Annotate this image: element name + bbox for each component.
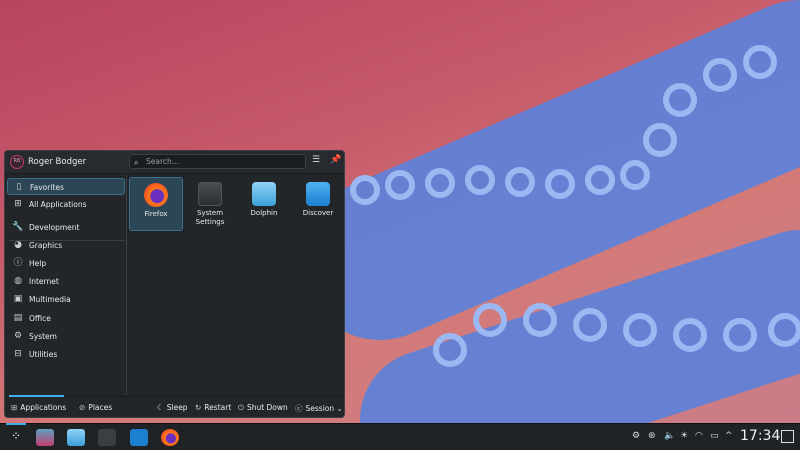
taskbar-firefox[interactable]: [161, 429, 179, 446]
palette-icon: ◕: [14, 240, 22, 250]
launcher-active-indicator: [6, 423, 26, 425]
label: Office: [29, 314, 51, 323]
app-firefox[interactable]: Firefox: [129, 177, 183, 231]
gear-icon: ⚙: [13, 331, 23, 341]
app-label: System Settings: [195, 209, 225, 226]
app-discover[interactable]: Discover: [291, 177, 344, 231]
battery-icon[interactable]: ▭: [710, 431, 719, 441]
grid-icon: ⊞: [14, 199, 22, 209]
sleep-button[interactable]: ☾ Sleep: [157, 403, 188, 412]
toolbox-icon: ⊟: [14, 349, 22, 359]
chevron-down-icon: ⌄: [336, 404, 343, 413]
label: Internet: [29, 277, 59, 286]
active-tab-indicator: [9, 395, 64, 397]
label: Favorites: [30, 183, 64, 192]
sidebar-item-system[interactable]: ⚙ System: [7, 328, 125, 345]
taskbar-discover-monitor[interactable]: [36, 429, 54, 446]
sidebar-item-favorites[interactable]: ▯ Favorites: [7, 178, 125, 195]
avatar[interactable]: RB: [10, 155, 24, 169]
monitor-icon: ▣: [13, 294, 23, 304]
document-icon: ▤: [13, 313, 23, 323]
tab-applications[interactable]: ⊞ Applications: [11, 403, 66, 412]
restart-icon: ↻: [195, 403, 202, 412]
label: Help: [29, 259, 47, 268]
label: Graphics: [29, 241, 63, 250]
label: Places: [88, 403, 113, 412]
updates-icon[interactable]: ⊛: [648, 431, 656, 441]
show-desktop-button[interactable]: [781, 430, 794, 443]
label: All Applications: [29, 200, 87, 209]
wifi-icon[interactable]: ◠: [695, 431, 703, 441]
sidebar-item-development[interactable]: 🔧 Development: [7, 219, 125, 236]
restart-button[interactable]: ↻ Restart: [195, 403, 231, 412]
sidebar-item-all-applications[interactable]: ⊞ All Applications: [7, 196, 125, 213]
clock[interactable]: 17:34: [740, 428, 780, 444]
label: Development: [29, 223, 80, 232]
power-icon: ⏻: [238, 403, 244, 412]
bookmark-icon: ▯: [16, 182, 22, 192]
search-input[interactable]: ⌕ Search...: [129, 154, 306, 169]
volume-icon[interactable]: 🔈: [664, 431, 675, 441]
category-sidebar: ▯ Favorites ⊞ All Applications 🔧 Developmen…: [5, 175, 127, 395]
taskbar-dolphin[interactable]: [67, 429, 85, 446]
label: Session: [305, 404, 335, 413]
firefox-icon: [144, 183, 168, 207]
app-label: Discover: [302, 209, 334, 217]
session-button[interactable]: ⓒ Session ⌄: [295, 403, 343, 414]
app-dolphin[interactable]: Dolphin: [237, 177, 291, 231]
sidebar-item-multimedia[interactable]: ▣ Multimedia: [7, 291, 125, 308]
settings-icon: [198, 182, 222, 206]
app-label: Firefox: [144, 210, 168, 218]
notifications-icon[interactable]: ⚙: [632, 431, 640, 441]
app-system-settings[interactable]: System Settings: [183, 177, 237, 231]
folder-icon: [252, 182, 276, 206]
wrench-icon: 🔧: [12, 222, 24, 232]
label: Multimedia: [29, 295, 71, 304]
taskbar: ⁘ ⚙ ⊛ 🔈 ☀ ◠ ▭ ^ 17:34: [0, 423, 800, 450]
label: Restart: [204, 403, 232, 412]
sidebar-item-office[interactable]: ▤ Office: [7, 310, 125, 327]
search-placeholder: Search...: [146, 157, 179, 166]
label: Utilities: [29, 350, 58, 359]
user-name: Roger Bodger: [28, 157, 87, 167]
search-icon: ⌕: [134, 158, 139, 167]
label: Applications: [20, 403, 67, 412]
grid-icon: ⊞: [11, 403, 18, 412]
tab-places[interactable]: ⊘ Places: [79, 403, 112, 412]
session-icon: ⓒ: [295, 404, 303, 413]
sidebar-item-help[interactable]: ⓘ Help: [7, 255, 125, 272]
expand-tray-icon[interactable]: ^: [725, 431, 733, 441]
app-label: Dolphin: [250, 209, 278, 217]
sidebar-item-utilities[interactable]: ⊟ Utilities: [7, 346, 125, 363]
pin-icon[interactable]: 📌: [330, 155, 341, 165]
shopping-bag-icon: [306, 182, 330, 206]
sidebar-item-graphics[interactable]: ◕ Graphics: [7, 237, 125, 254]
application-launcher: RB Roger Bodger ⌕ Search... ☰ 📌 ▯ Favorite…: [4, 150, 345, 418]
label: Sleep: [166, 403, 188, 412]
brightness-icon[interactable]: ☀: [680, 431, 688, 441]
label: System: [29, 332, 57, 341]
moon-icon: ☾: [157, 403, 164, 412]
configure-icon[interactable]: ☰: [312, 155, 320, 165]
launcher-header: RB Roger Bodger ⌕ Search... ☰ 📌: [5, 151, 344, 174]
sidebar-item-internet[interactable]: ◍ Internet: [7, 273, 125, 290]
compass-icon: ⊘: [79, 403, 86, 412]
launcher-button[interactable]: ⁘: [7, 429, 25, 446]
taskbar-discover[interactable]: [130, 429, 148, 446]
label: Shut Down: [246, 403, 288, 412]
help-icon: ⓘ: [13, 258, 23, 268]
launcher-footer: ⊞ Applications ⊘ Places ☾ Sleep ↻ Restart ⏻ S…: [5, 395, 344, 417]
shutdown-button[interactable]: ⏻ Shut Down: [238, 403, 288, 413]
globe-icon: ◍: [14, 276, 22, 286]
taskbar-system-settings[interactable]: [98, 429, 116, 446]
